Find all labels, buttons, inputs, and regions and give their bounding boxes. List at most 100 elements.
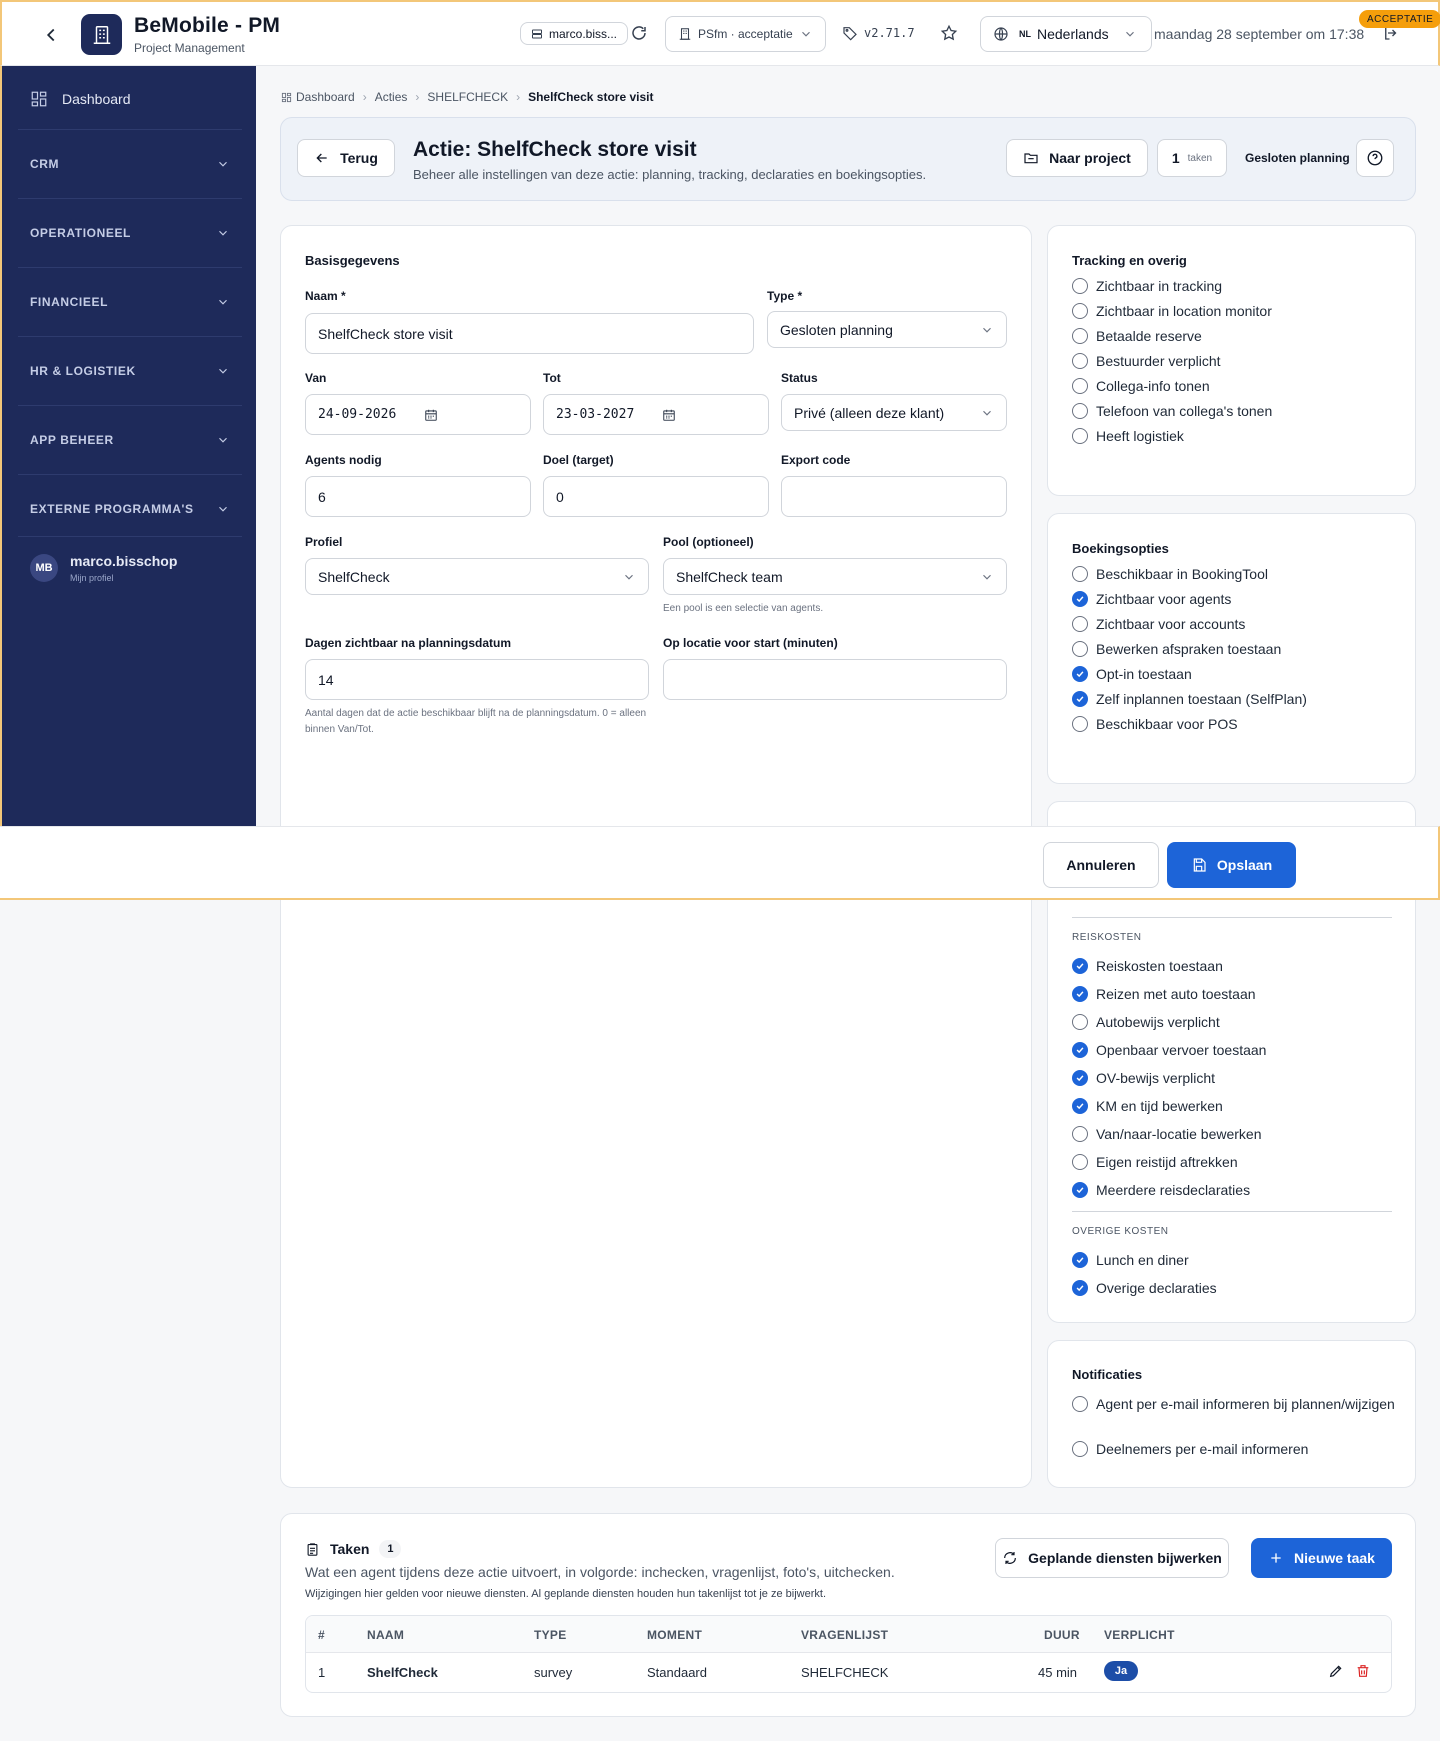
option-zichtbaar-in-tracking[interactable]: Zichtbaar in tracking <box>1072 277 1402 295</box>
van-date-input[interactable]: 24-09-2026 <box>305 394 531 435</box>
option-beschikbaar-in-bookingtool[interactable]: Beschikbaar in BookingTool <box>1072 565 1402 583</box>
unchecked-circle-icon[interactable] <box>1072 1396 1088 1412</box>
naam-input[interactable]: ShelfCheck store visit <box>305 313 754 354</box>
option-bewerken-afspraken-toestaan[interactable]: Bewerken afspraken toestaan <box>1072 640 1402 658</box>
new-task-button[interactable]: Nieuwe taak <box>1251 1538 1392 1578</box>
option-lunch-en-diner[interactable]: Lunch en diner <box>1072 1251 1402 1269</box>
option-overige-declaraties[interactable]: Overige declaraties <box>1072 1279 1402 1297</box>
dagen-input[interactable]: 14 <box>305 659 649 700</box>
option-bestuurder-verplicht[interactable]: Bestuurder verplicht <box>1072 352 1402 370</box>
sidebar-section-crm[interactable]: CRM <box>18 129 242 198</box>
language-select[interactable]: NL Nederlands <box>980 16 1152 52</box>
checked-circle-icon[interactable] <box>1072 1252 1088 1268</box>
chevron-down-icon <box>219 161 227 167</box>
unchecked-circle-icon[interactable] <box>1072 378 1088 394</box>
option-betaalde-reserve[interactable]: Betaalde reserve <box>1072 327 1402 345</box>
checked-circle-icon[interactable] <box>1072 1280 1088 1296</box>
checked-circle-icon[interactable] <box>1072 1182 1088 1198</box>
checked-circle-icon[interactable] <box>1072 1098 1088 1114</box>
option-reiskosten-toestaan[interactable]: Reiskosten toestaan <box>1072 957 1402 975</box>
unchecked-circle-icon[interactable] <box>1072 403 1088 419</box>
status-select[interactable]: Privé (alleen deze klant) <box>781 394 1007 431</box>
checked-circle-icon[interactable] <box>1072 1042 1088 1058</box>
checked-circle-icon[interactable] <box>1072 591 1088 607</box>
option-autobewijs-verplicht[interactable]: Autobewijs verplicht <box>1072 1013 1402 1031</box>
option-agent-per-e-mail-informeren-bij-plannen-wijzigen[interactable]: Agent per e-mail informeren bij plannen/… <box>1072 1395 1402 1413</box>
sidebar-section-hr-logistiek[interactable]: HR & LOGISTIEK <box>18 336 242 405</box>
unchecked-circle-icon[interactable] <box>1072 328 1088 344</box>
unchecked-circle-icon[interactable] <box>1072 1441 1088 1457</box>
export-code-input[interactable] <box>781 476 1007 517</box>
breadcrumb-link[interactable]: Acties <box>375 90 408 104</box>
doel-input[interactable]: 0 <box>543 476 769 517</box>
breadcrumb-link[interactable]: Dashboard <box>296 90 355 104</box>
environment-select[interactable]: PSfm · acceptatie <box>665 16 826 52</box>
unchecked-circle-icon[interactable] <box>1072 303 1088 319</box>
option-beschikbaar-voor-pos[interactable]: Beschikbaar voor POS <box>1072 715 1402 733</box>
app-logo-icon[interactable] <box>81 14 122 55</box>
back-button[interactable]: Terug <box>297 139 395 177</box>
user-server-pill[interactable]: marco.biss... <box>520 22 629 45</box>
unchecked-circle-icon[interactable] <box>1072 566 1088 582</box>
back-chevron-icon[interactable] <box>40 24 62 46</box>
checked-circle-icon[interactable] <box>1072 666 1088 682</box>
type-select[interactable]: Gesloten planning <box>767 311 1007 348</box>
option-meerdere-reisdeclaraties[interactable]: Meerdere reisdeclaraties <box>1072 1181 1402 1199</box>
option-deelnemers-per-e-mail-informeren[interactable]: Deelnemers per e-mail informeren <box>1072 1440 1402 1458</box>
checked-circle-icon[interactable] <box>1072 986 1088 1002</box>
checked-circle-icon[interactable] <box>1072 1070 1088 1086</box>
option-km-en-tijd-bewerken[interactable]: KM en tijd bewerken <box>1072 1097 1402 1115</box>
sidebar-section-financieel[interactable]: FINANCIEEL <box>18 267 242 336</box>
unchecked-circle-icon[interactable] <box>1072 428 1088 444</box>
option-ov-bewijs-verplicht[interactable]: OV-bewijs verplicht <box>1072 1069 1402 1087</box>
profiel-select[interactable]: ShelfCheck <box>305 558 649 595</box>
calendar-icon[interactable] <box>662 408 676 422</box>
save-button[interactable]: Opslaan <box>1167 842 1296 888</box>
calendar-icon[interactable] <box>424 408 438 422</box>
trash-icon[interactable] <box>1355 1663 1371 1679</box>
unchecked-circle-icon[interactable] <box>1072 1126 1088 1142</box>
go-to-project-button[interactable]: Naar project <box>1006 139 1148 177</box>
tot-label: Tot <box>543 371 561 385</box>
pool-select[interactable]: ShelfCheck team <box>663 558 1007 595</box>
pool-value: ShelfCheck team <box>676 568 783 585</box>
option-opt-in-toestaan[interactable]: Opt-in toestaan <box>1072 665 1402 683</box>
edit-icon[interactable] <box>1328 1663 1344 1679</box>
agents-input[interactable]: 6 <box>305 476 531 517</box>
sidebar-section-app-beheer[interactable]: APP BEHEER <box>18 405 242 474</box>
option-zelf-inplannen-toestaan-selfplan[interactable]: Zelf inplannen toestaan (SelfPlan) <box>1072 690 1402 708</box>
unchecked-circle-icon[interactable] <box>1072 353 1088 369</box>
unchecked-circle-icon[interactable] <box>1072 1014 1088 1030</box>
option-collega-info-tonen[interactable]: Collega-info tonen <box>1072 377 1402 395</box>
option-zichtbaar-voor-agents[interactable]: Zichtbaar voor agents <box>1072 590 1402 608</box>
unchecked-circle-icon[interactable] <box>1072 278 1088 294</box>
checked-circle-icon[interactable] <box>1072 691 1088 707</box>
option-van-naar-locatie-bewerken[interactable]: Van/naar-locatie bewerken <box>1072 1125 1402 1143</box>
tasks-count-button[interactable]: 1 taken <box>1157 139 1227 177</box>
sidebar-item-dashboard[interactable]: Dashboard <box>30 90 131 108</box>
option-zichtbaar-in-location-monitor[interactable]: Zichtbaar in location monitor <box>1072 302 1402 320</box>
sidebar-profile[interactable]: MB marco.bisschop Mijn profiel <box>30 553 177 583</box>
sidebar-section-operationeel[interactable]: OPERATIONEEL <box>18 198 242 267</box>
unchecked-circle-icon[interactable] <box>1072 641 1088 657</box>
unchecked-circle-icon[interactable] <box>1072 1154 1088 1170</box>
option-heeft-logistiek[interactable]: Heeft logistiek <box>1072 427 1402 445</box>
option-openbaar-vervoer-toestaan[interactable]: Openbaar vervoer toestaan <box>1072 1041 1402 1059</box>
option-telefoon-van-collega-s-tonen[interactable]: Telefoon van collega's tonen <box>1072 402 1402 420</box>
refresh-icon[interactable] <box>630 24 650 44</box>
cancel-button[interactable]: Annuleren <box>1043 842 1159 888</box>
breadcrumb-link[interactable]: SHELFCHECK <box>427 90 508 104</box>
sidebar-section-externe-programmas[interactable]: EXTERNE PROGRAMMA'S <box>18 474 242 543</box>
option-zichtbaar-voor-accounts[interactable]: Zichtbaar voor accounts <box>1072 615 1402 633</box>
option-reizen-met-auto-toestaan[interactable]: Reizen met auto toestaan <box>1072 985 1402 1003</box>
tot-date-input[interactable]: 23-03-2027 <box>543 394 769 435</box>
unchecked-circle-icon[interactable] <box>1072 716 1088 732</box>
oplocatie-input[interactable] <box>663 659 1007 700</box>
option-eigen-reistijd-aftrekken[interactable]: Eigen reistijd aftrekken <box>1072 1153 1402 1171</box>
unchecked-circle-icon[interactable] <box>1072 616 1088 632</box>
help-button[interactable] <box>1356 139 1394 177</box>
checked-circle-icon[interactable] <box>1072 958 1088 974</box>
update-planned-shifts-button[interactable]: Geplande diensten bijwerken <box>995 1538 1229 1578</box>
option-label: Reiskosten toestaan <box>1096 958 1223 974</box>
star-icon[interactable] <box>940 24 960 44</box>
